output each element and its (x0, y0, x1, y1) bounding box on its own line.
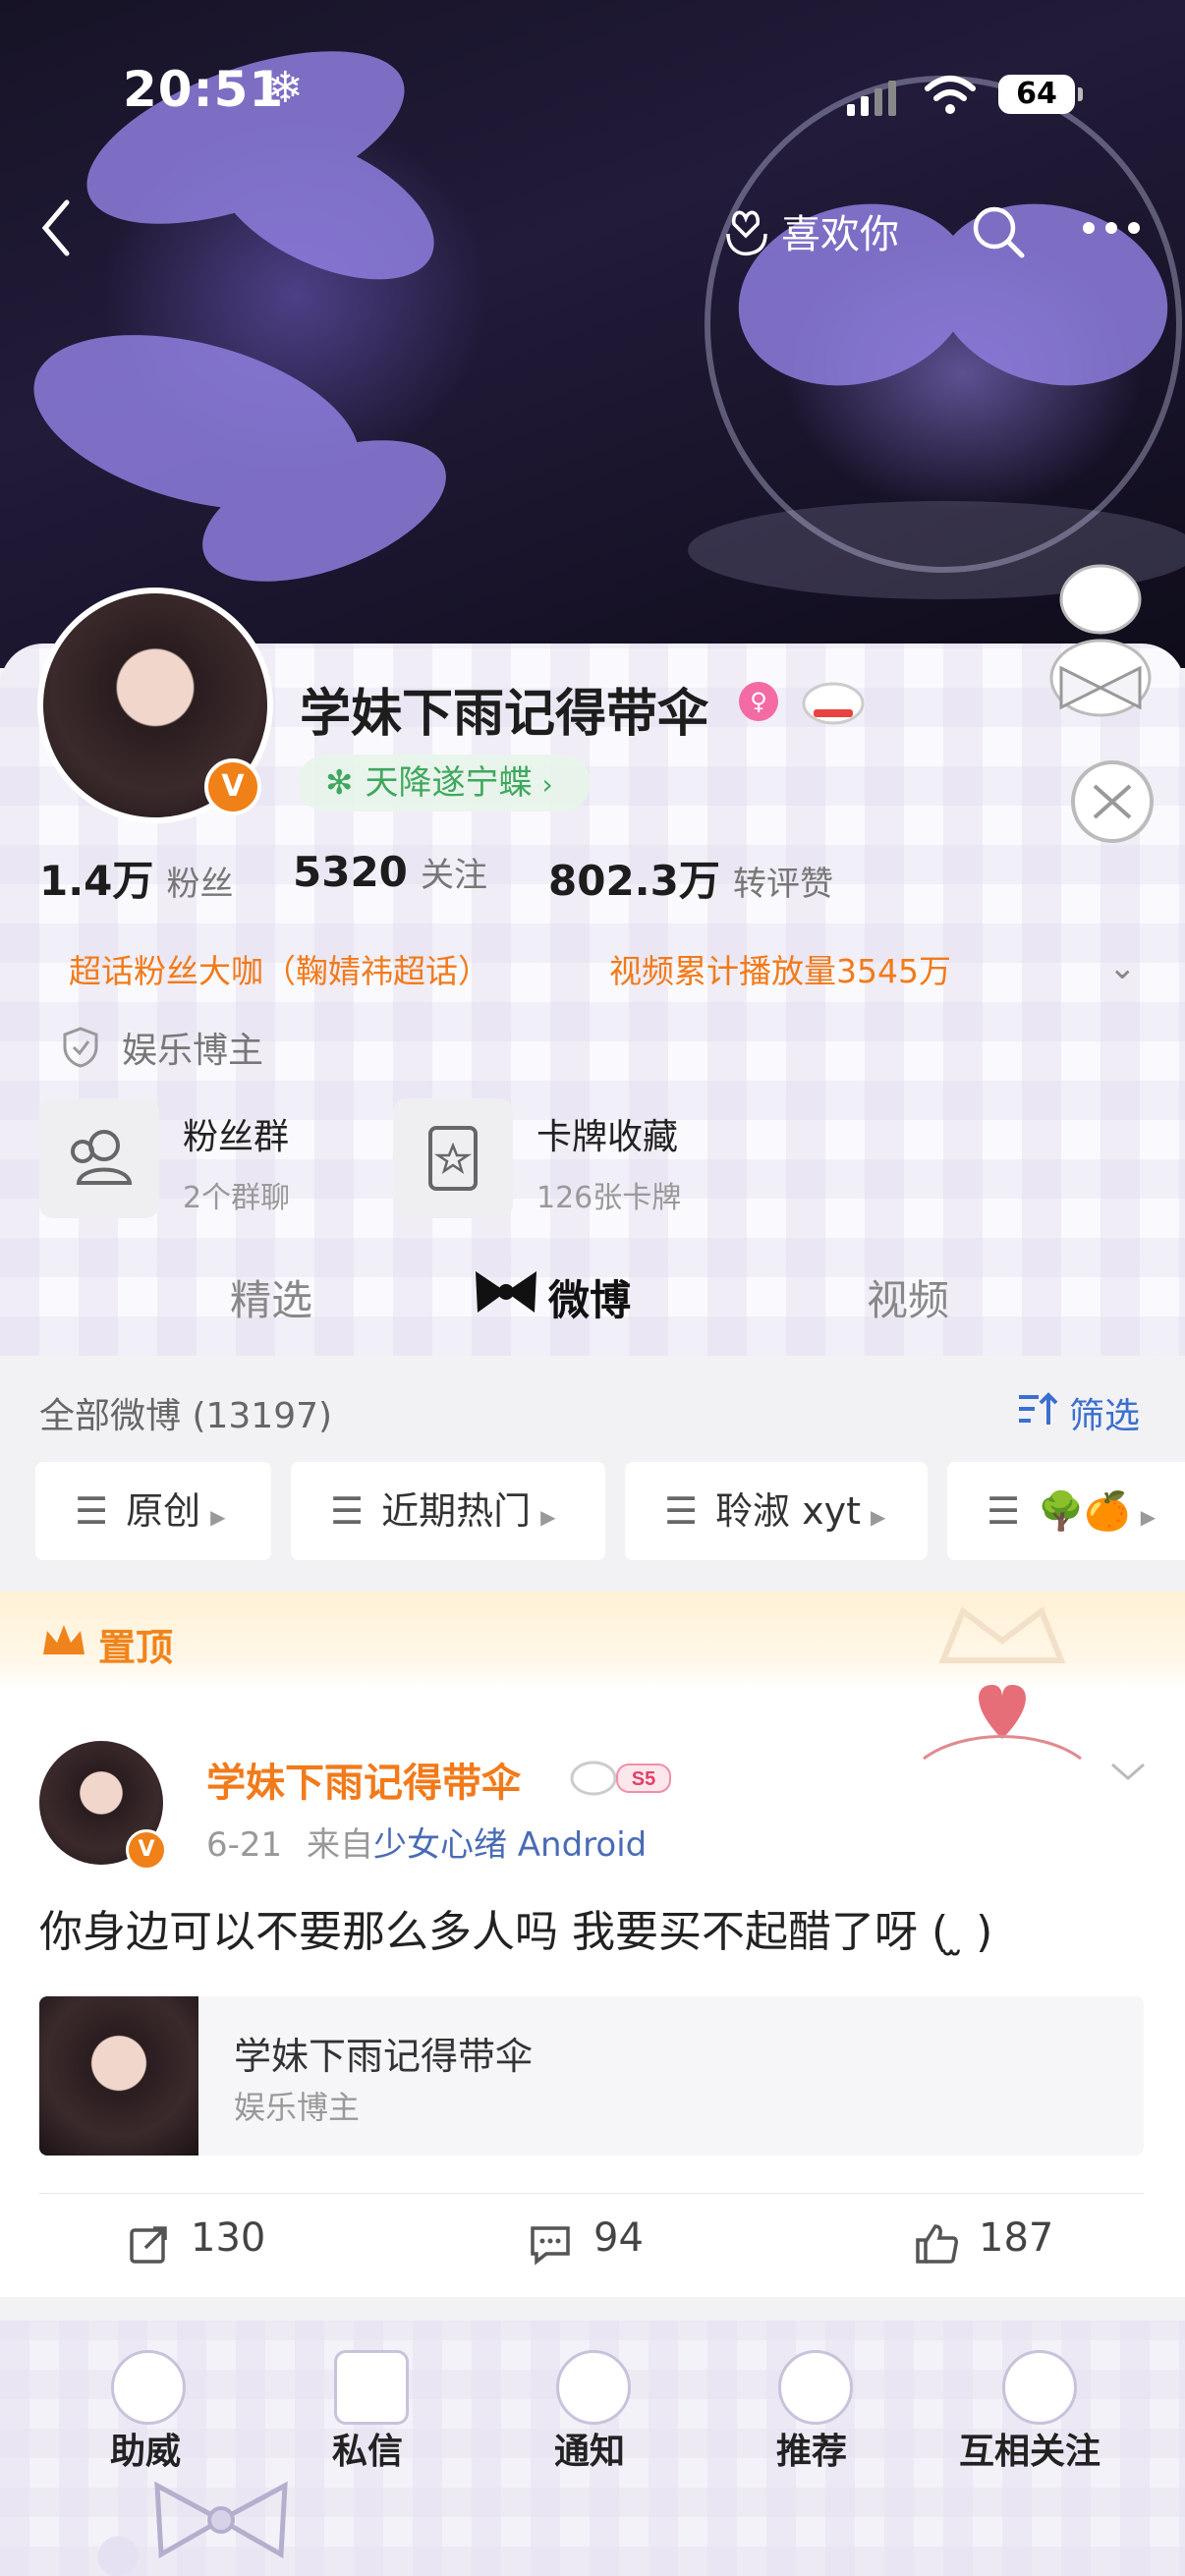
tab-video[interactable]: 视频 (867, 1267, 949, 1327)
recommend-bunny-icon[interactable] (778, 2350, 853, 2425)
share-card-subtitle: 娱乐博主 (234, 2089, 361, 2126)
bunny-sticker-icon (1049, 564, 1152, 717)
nav-mutual-follow[interactable]: 互相关注 (959, 2423, 1100, 2474)
tab-featured[interactable]: 精选 (230, 1267, 312, 1327)
profile-share-card[interactable]: 学妹下雨记得带伞 娱乐博主 (39, 1996, 1144, 2156)
post-author-name[interactable]: 学妹下雨记得带伞 (206, 1751, 521, 1808)
fan-group-sub: 2个群聊 (183, 1181, 291, 1215)
like-you-button[interactable]: 喜欢你 (781, 202, 899, 259)
nav-cheer[interactable]: 助威 (110, 2423, 181, 2474)
black-bow-icon (476, 1271, 536, 1313)
wifi-icon (925, 76, 976, 114)
more-icon[interactable] (1081, 218, 1142, 238)
card-collection-sub: 126张卡牌 (536, 1181, 682, 1215)
caret-right-icon: ▶ (1140, 1505, 1157, 1529)
chip-original-label: 原创 (126, 1489, 201, 1533)
cellular-signal-icon (847, 81, 896, 116)
pinned-label: 置顶 (98, 1626, 174, 1669)
chevron-down-icon[interactable]: ⌄ (1108, 948, 1137, 987)
like-thumb-icon[interactable] (914, 2220, 959, 2266)
all-weibo-count: 全部微博 (13197) (39, 1396, 333, 1436)
divider (39, 2193, 1144, 2194)
message-icon[interactable] (334, 2350, 409, 2425)
followers-stat[interactable]: 1.4万 粉丝 (39, 848, 234, 908)
post-meta: 6-21 来自少女心绪 Android (206, 1818, 647, 1866)
role-label: 娱乐博主 (122, 1031, 264, 1071)
nav-recommend[interactable]: 推荐 (776, 2423, 847, 2474)
nav-notifications[interactable]: 通知 (554, 2423, 625, 2474)
layers-icon: ☰ (664, 1489, 699, 1533)
female-icon: ♀ (739, 682, 778, 721)
verified-badge-icon: V (204, 758, 261, 815)
nav-messages[interactable]: 私信 (332, 2423, 403, 2474)
chip-xyt[interactable]: ☰ 聆淑 xyt ▶ (625, 1462, 928, 1560)
chevron-right-icon: › (541, 768, 553, 801)
like-count[interactable]: 187 (979, 2215, 1053, 2261)
shield-icon (63, 1027, 98, 1068)
chip-recent-hot[interactable]: ☰ 近期热门 ▶ (291, 1462, 605, 1560)
bow-pendant-icon (1071, 760, 1154, 843)
following-count: 5320 (293, 848, 408, 896)
sheep-sticker-icon (802, 682, 865, 725)
followers-label: 粉丝 (166, 865, 234, 904)
fan-group-title[interactable]: 粉丝群 (183, 1108, 289, 1159)
profile-name: 学妹下雨记得带伞 (300, 685, 709, 744)
followers-count: 1.4万 (39, 857, 154, 905)
crown-icon (43, 1625, 85, 1654)
layers-icon: ☰ (987, 1489, 1021, 1533)
tag-label: 天降遂宁蝶 (365, 763, 533, 803)
share-card-title: 学妹下雨记得带伞 (234, 2035, 534, 2078)
mutual-follow-icon[interactable] (1002, 2350, 1077, 2425)
honor-video-plays[interactable]: 视频累计播放量3545万 (609, 945, 951, 992)
engagement-stat[interactable]: 802.3万 转评赞 (548, 848, 833, 908)
card-collection-tile-icon[interactable] (393, 1098, 513, 1218)
chevron-down-icon[interactable] (1108, 1759, 1148, 1784)
card-collection-title[interactable]: 卡牌收藏 (536, 1108, 678, 1159)
share-card-thumbnail (39, 1996, 198, 2156)
repost-count[interactable]: 130 (191, 2215, 265, 2261)
chip-emoji-label: 🌳🍊 (1038, 1489, 1131, 1533)
hand-heart-icon (726, 210, 767, 256)
following-label: 关注 (421, 856, 487, 895)
filter-button[interactable]: 筛选 (1069, 1387, 1140, 1438)
chip-original[interactable]: ☰ 原创 ▶ (35, 1462, 271, 1560)
status-time: 20:51 (123, 61, 285, 118)
layers-icon: ☰ (330, 1489, 365, 1533)
repost-icon[interactable] (128, 2222, 171, 2266)
following-stat[interactable]: 5320 关注 (293, 848, 487, 896)
sheep-level-badge-icon: S5 (570, 1761, 671, 1796)
comment-count[interactable]: 94 (593, 2215, 644, 2261)
engagement-count: 802.3万 (548, 857, 720, 905)
cheer-icon[interactable] (111, 2350, 186, 2425)
crown-heart-ornament-icon (923, 1606, 1082, 1761)
verified-badge-icon: V (126, 1829, 167, 1871)
back-arrow-icon[interactable] (37, 196, 73, 259)
comment-icon[interactable] (529, 2224, 572, 2266)
notification-bow-icon[interactable] (556, 2350, 631, 2425)
post-from: 来自 (306, 1825, 373, 1865)
chip-xyt-label: 聆淑 xyt (715, 1489, 862, 1533)
snowflake-icon: ❄ (267, 63, 304, 113)
chip-emoji[interactable]: ☰ 🌳🍊 ▶ (947, 1462, 1185, 1560)
post-source[interactable]: 少女心绪 Android (373, 1825, 647, 1865)
tab-weibo[interactable]: 微博 (548, 1267, 631, 1327)
post-text: 你身边可以不要那么多人吗 我要买不起醋了呀 ( ̫ ) (39, 1907, 993, 1957)
honor-supertopic[interactable]: 超话粉丝大咖（鞠婧祎超话） (69, 945, 490, 992)
fan-group-tile-icon[interactable] (39, 1098, 159, 1218)
post-date: 6-21 (206, 1825, 283, 1865)
layers-icon: ☰ (75, 1489, 109, 1533)
engagement-label: 转评赞 (732, 865, 833, 904)
bow-decoration-icon (154, 2481, 288, 2559)
battery-indicator: 64 (998, 75, 1083, 114)
caret-right-icon: ▶ (210, 1505, 226, 1529)
caret-right-icon: ▶ (871, 1505, 886, 1529)
svg-text:S5: S5 (632, 1768, 655, 1790)
filter-icon[interactable] (1017, 1389, 1060, 1428)
caret-right-icon: ▶ (540, 1505, 556, 1529)
search-icon[interactable] (971, 204, 1026, 259)
snowflake-tag-icon: ✻ (325, 763, 354, 803)
chip-recent-hot-label: 近期热门 (381, 1489, 532, 1533)
tag-pill[interactable]: ✻ 天降遂宁蝶 › (298, 755, 591, 812)
